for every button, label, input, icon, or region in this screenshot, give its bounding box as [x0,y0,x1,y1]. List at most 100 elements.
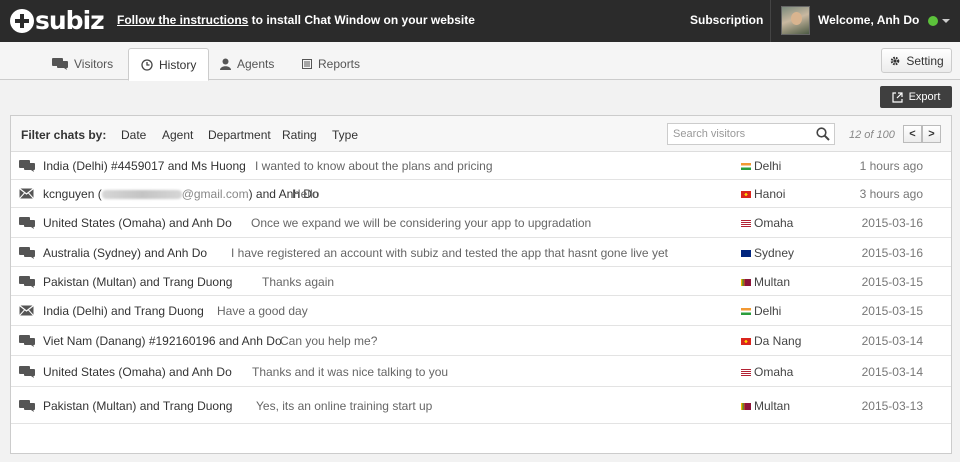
search-icon[interactable] [816,127,830,141]
tab-history[interactable]: History [128,48,210,81]
chat-last-message: I wanted to know about the plans and pri… [255,159,493,173]
tab-label: Agents [237,57,275,71]
tab-label: History [159,57,197,72]
mail-icon [19,188,34,199]
vietnam-flag-icon [741,338,751,345]
mail-icon [19,305,34,316]
chat-row[interactable]: India (Delhi) #4459017 and Ms Huong I wan… [11,152,951,180]
chat-row[interactable]: United States (Omaha) and Anh Do Thanks a… [11,356,951,387]
chat-bubble-icon [19,400,35,412]
chat-title: India (Delhi) #4459017 and Ms Huong [43,159,246,173]
australia-flag-icon [741,250,751,257]
avatar [781,6,810,35]
chat-row[interactable]: United States (Omaha) and Anh Do Once we … [11,208,951,238]
chat-row[interactable]: India (Delhi) and Trang Duong Have a good… [11,296,951,326]
chat-last-message: I have registered an account with subiz … [231,246,668,260]
chat-last-message: Hello [292,187,320,201]
chat-history-panel: Filter chats by: Date Agent Department R… [10,115,952,454]
chat-bubble-icon [19,247,35,259]
chat-title: Pakistan (Multan) and Trang Duong [43,275,233,289]
filter-agent[interactable]: Agent [162,128,193,142]
chat-title: United States (Omaha) and Anh Do [43,365,232,379]
clock-icon [141,58,153,71]
tab-reports[interactable]: Reports [290,48,372,80]
chat-row[interactable]: Australia (Sydney) and Anh Do I have regi… [11,238,951,267]
next-page-button[interactable]: > [922,125,941,143]
install-message: Follow the instructions to install Chat … [117,13,475,27]
chat-title-email: @gmail.com [181,187,249,201]
usa-flag-icon [741,369,751,376]
chat-title: India (Delhi) and Trang Duong [43,304,204,318]
filter-date[interactable]: Date [121,128,146,142]
export-label: Export [908,91,941,103]
redacted-email-user [101,190,182,200]
chat-time: 2015-03-14 [861,365,923,379]
prev-page-button[interactable]: < [903,125,922,143]
filter-department[interactable]: Department [208,128,271,142]
caret-down-icon[interactable] [942,19,950,23]
chat-time: 2015-03-15 [861,304,923,318]
report-icon [302,59,312,69]
chat-bubble-icon [19,335,35,347]
filter-bar: Filter chats by: Date Agent Department R… [11,116,951,152]
chat-title-prefix: kcnguyen ( [43,187,102,201]
vietnam-flag-icon [741,191,751,198]
chat-title: Viet Nam (Danang) #192160196 and Anh Do [43,334,282,348]
filter-label: Filter chats by: [21,128,107,142]
subscription-link[interactable]: Subscription [690,13,763,27]
gear-icon [891,56,900,65]
filter-type[interactable]: Type [332,128,358,142]
install-instructions-link[interactable]: Follow the instructions [117,13,248,27]
tab-visitors[interactable]: Visitors [40,48,125,80]
chat-title: Australia (Sydney) and Anh Do [43,246,208,260]
chat-bubble-icon [19,217,35,229]
chat-last-message: Can you help me? [280,334,378,348]
chat-time: 2015-03-16 [861,246,923,260]
tab-label: Reports [318,57,361,71]
india-flag-icon [741,163,751,170]
tab-label: Visitors [74,57,114,71]
chat-last-message: Yes, its an online training start up [256,399,433,413]
chat-location: Sydney [754,246,795,260]
srilanka-flag-icon [741,403,751,410]
chat-bubble-icon [52,58,68,70]
chat-row[interactable]: kcnguyen (@gmail.com) and Anh Do Hello Han… [11,180,951,208]
chat-time: 2015-03-14 [861,334,923,348]
tab-agents[interactable]: Agents [208,48,286,80]
chat-location: Multan [754,399,791,413]
setting-button[interactable]: Setting [881,48,952,73]
chat-title: Pakistan (Multan) and Trang Duong [43,399,233,413]
chat-location: Hanoi [754,187,786,201]
chat-location: Da Nang [754,334,802,348]
chat-time: 1 hours ago [859,159,923,173]
chat-row[interactable]: Viet Nam (Danang) #192160196 and Anh Do C… [11,326,951,356]
chat-time: 2015-03-16 [861,216,923,230]
chat-bubble-icon [19,276,35,288]
chat-title: United States (Omaha) and Anh Do [43,216,232,230]
chat-location: Delhi [754,304,782,318]
export-button[interactable]: Export [880,86,952,108]
chat-bubble-icon [19,366,35,378]
chat-time: 2015-03-13 [861,399,923,413]
user-menu[interactable]: Welcome, Anh Do [770,0,960,42]
chat-location: Omaha [754,216,794,230]
chat-bubble-icon [19,160,35,172]
subiz-logo[interactable]: subiz [10,8,105,34]
chat-row[interactable]: Pakistan (Multan) and Trang Duong Yes, it… [11,387,951,424]
srilanka-flag-icon [741,279,751,286]
chat-last-message: Once we expand we will be considering yo… [251,216,592,230]
online-status-icon [928,16,938,26]
search-box [667,123,835,145]
filter-rating[interactable]: Rating [282,128,317,142]
chat-time: 3 hours ago [859,187,923,201]
user-icon [220,58,231,70]
welcome-text: Welcome, Anh Do [818,13,920,27]
usa-flag-icon [741,220,751,227]
chat-row[interactable]: Pakistan (Multan) and Trang Duong Thanks … [11,267,951,296]
chat-location: Multan [754,275,791,289]
plus-logo-icon [10,9,34,33]
search-input[interactable] [668,124,808,144]
export-icon [891,91,903,103]
setting-label: Setting [906,53,944,68]
chat-last-message: Thanks again [262,275,335,289]
